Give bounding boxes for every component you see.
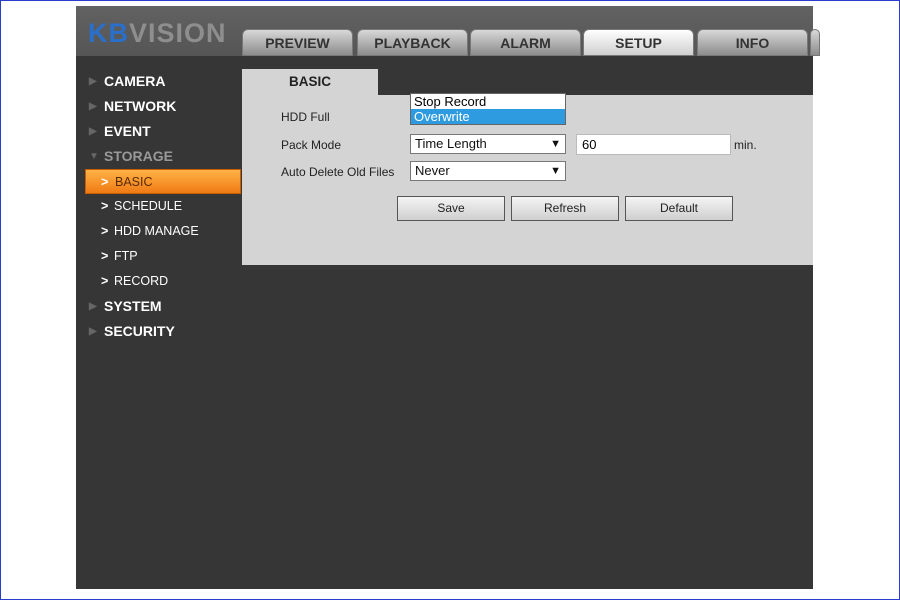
tab-info[interactable]: INFO [697, 29, 808, 56]
sidebar-item-label: FTP [114, 249, 138, 263]
chevron-right-icon: > [101, 274, 109, 288]
chevron-right-icon: > [101, 224, 109, 238]
header: KBVISION PREVIEW PLAYBACK ALARM SETUP IN… [76, 6, 820, 56]
app-window: KBVISION PREVIEW PLAYBACK ALARM SETUP IN… [76, 6, 820, 589]
triangle-right-icon: ▶ [89, 126, 97, 137]
tab-overflow[interactable] [810, 29, 820, 56]
sidebar-label: NETWORK [104, 98, 177, 114]
sidebar: ▶ CAMERA ▶ NETWORK ▶ EVENT ▼ STORAGE > BASIC … [76, 69, 242, 344]
sidebar-item-label: RECORD [114, 274, 169, 288]
sidebar-network[interactable]: ▶ NETWORK [76, 94, 242, 119]
pack-mode-label: Pack Mode [281, 138, 342, 152]
chevron-down-icon: ▼ [550, 165, 561, 177]
sidebar-item-label: BASIC [115, 175, 153, 189]
save-button[interactable]: Save [397, 196, 505, 221]
tab-playback[interactable]: PLAYBACK [357, 29, 468, 56]
sidebar-item-basic[interactable]: > BASIC [85, 169, 241, 194]
refresh-button[interactable]: Refresh [511, 196, 619, 221]
sidebar-item-label: SCHEDULE [114, 199, 183, 213]
sidebar-system[interactable]: ▶ SYSTEM [76, 294, 242, 319]
tab-setup[interactable]: SETUP [583, 29, 694, 56]
pack-length-input[interactable]: 60 [576, 134, 731, 155]
hdd-full-dropdown[interactable]: Stop Record Overwrite [410, 93, 566, 125]
sidebar-storage[interactable]: ▼ STORAGE [76, 144, 242, 169]
option-stop-record[interactable]: Stop Record [411, 94, 565, 109]
sidebar-item-record[interactable]: > RECORD [76, 269, 242, 294]
triangle-right-icon: ▶ [89, 326, 97, 337]
sidebar-label: CAMERA [104, 73, 166, 89]
pack-length-unit: min. [734, 138, 757, 152]
chevron-down-icon: ▼ [550, 138, 561, 150]
sidebar-label: SYSTEM [104, 298, 162, 314]
logo-vision: VISION [129, 18, 227, 48]
triangle-right-icon: ▶ [89, 76, 97, 87]
hdd-full-label: HDD Full [281, 110, 330, 124]
sidebar-label: EVENT [104, 123, 151, 139]
triangle-right-icon: ▶ [89, 301, 97, 312]
default-button[interactable]: Default [625, 196, 733, 221]
pack-mode-value: Time Length [415, 136, 487, 151]
sidebar-event[interactable]: ▶ EVENT [76, 119, 242, 144]
pack-mode-select[interactable]: Time Length ▼ [410, 134, 566, 154]
sidebar-item-ftp[interactable]: > FTP [76, 244, 242, 269]
logo-kb: KB [88, 18, 129, 48]
auto-delete-label: Auto Delete Old Files [281, 165, 395, 179]
tab-preview[interactable]: PREVIEW [242, 29, 353, 56]
auto-delete-value: Never [415, 163, 450, 178]
option-overwrite[interactable]: Overwrite [411, 109, 565, 124]
chevron-right-icon: > [101, 249, 109, 263]
sidebar-label: STORAGE [104, 148, 173, 164]
triangle-right-icon: ▶ [89, 101, 97, 112]
sidebar-item-label: HDD MANAGE [114, 224, 199, 238]
auto-delete-select[interactable]: Never ▼ [410, 161, 566, 181]
sidebar-label: SECURITY [104, 323, 175, 339]
chevron-right-icon: > [101, 199, 109, 213]
chevron-right-icon: > [101, 175, 109, 189]
triangle-down-icon: ▼ [89, 151, 99, 162]
sidebar-item-hdd-manage[interactable]: > HDD MANAGE [76, 219, 242, 244]
kbvision-logo: KBVISION [88, 18, 227, 49]
sidebar-item-schedule[interactable]: > SCHEDULE [76, 194, 242, 219]
tab-alarm[interactable]: ALARM [470, 29, 581, 56]
sidebar-security[interactable]: ▶ SECURITY [76, 319, 242, 344]
sidebar-camera[interactable]: ▶ CAMERA [76, 69, 242, 94]
page-tab-basic[interactable]: BASIC [242, 69, 378, 95]
